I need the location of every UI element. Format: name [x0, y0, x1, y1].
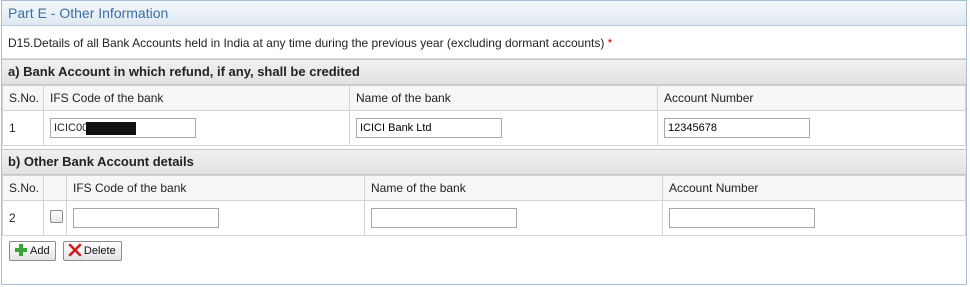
question-d15: D15.Details of all Bank Accounts held in… [2, 26, 966, 59]
bank-name-input[interactable] [371, 208, 517, 228]
row-action-bar: Add Delete [2, 236, 966, 261]
col-bank-name: Name of the bank [349, 85, 658, 111]
row-select-checkbox[interactable] [50, 210, 63, 223]
ifs-code-cell [66, 200, 365, 236]
refund-account-table: S.No. IFS Code of the bank Name of the b… [2, 85, 966, 146]
col-select [43, 175, 67, 201]
row-sno: 1 [2, 110, 44, 146]
add-button[interactable]: Add [9, 241, 56, 261]
ifs-code-value: ICIC00 [54, 122, 89, 134]
bank-name-input[interactable] [356, 118, 502, 138]
section-a-title: a) Bank Account in which refund, if any,… [2, 59, 966, 85]
col-ifs-code: IFS Code of the bank [43, 85, 350, 111]
col-account-number: Account Number [657, 85, 966, 111]
col-bank-name: Name of the bank [364, 175, 663, 201]
other-information-panel: Part E - Other Information D15.Details o… [1, 0, 967, 285]
col-sno: S.No. [2, 175, 44, 201]
table-row: 2 [2, 200, 966, 236]
row-sno: 2 [2, 200, 44, 236]
panel-title: Part E - Other Information [2, 1, 966, 26]
account-number-input[interactable] [664, 118, 810, 138]
delete-button[interactable]: Delete [62, 241, 122, 261]
account-number-cell [662, 200, 966, 236]
col-ifs-code: IFS Code of the bank [66, 175, 365, 201]
delete-button-label: Delete [83, 245, 116, 257]
ifs-code-cell: ICIC00 [43, 110, 350, 146]
ifs-code-input[interactable]: ICIC00 [50, 118, 196, 138]
plus-icon [15, 244, 27, 256]
redaction-block [86, 121, 137, 135]
table-header-row: S.No. IFS Code of the bank Name of the b… [2, 85, 966, 111]
bank-name-cell [349, 110, 658, 146]
select-cell [43, 200, 67, 236]
account-number-input[interactable] [669, 208, 815, 228]
x-icon [68, 243, 82, 257]
question-text: D15.Details of all Bank Accounts held in… [8, 36, 605, 50]
other-accounts-table: S.No. IFS Code of the bank Name of the b… [2, 175, 966, 236]
col-account-number: Account Number [662, 175, 966, 201]
table-header-row: S.No. IFS Code of the bank Name of the b… [2, 175, 966, 201]
table-row: 1 ICIC00 [2, 110, 966, 146]
ifs-code-input[interactable] [73, 208, 219, 228]
required-marker: * [607, 36, 613, 50]
section-b-title: b) Other Bank Account details [2, 149, 966, 175]
account-number-cell [657, 110, 966, 146]
bank-name-cell [364, 200, 663, 236]
add-button-label: Add [30, 245, 50, 257]
col-sno: S.No. [2, 85, 44, 111]
